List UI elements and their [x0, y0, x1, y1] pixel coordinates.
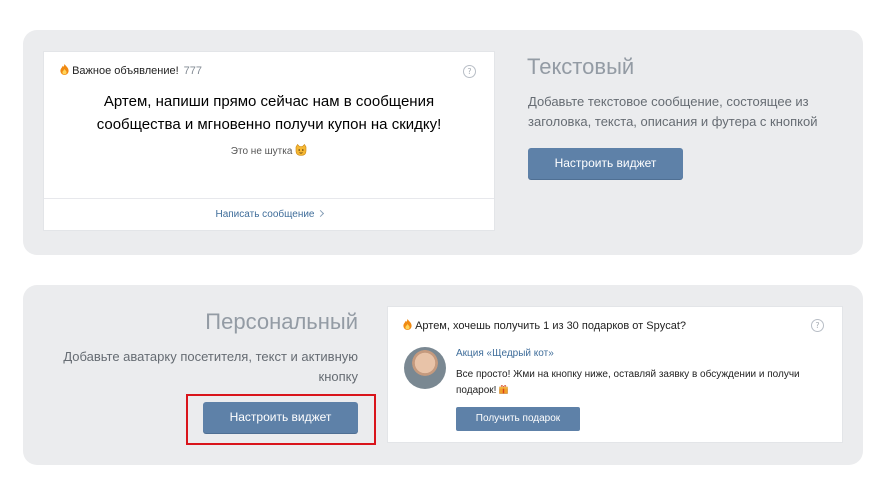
personal-widget-card: Персональный Добавьте аватарку посетител…	[23, 285, 863, 465]
avatar	[404, 347, 446, 389]
write-message-link[interactable]: Написать сообщение	[44, 209, 494, 220]
text-widget-title: Текстовый	[527, 54, 635, 79]
header-label: Важное объявление!	[72, 65, 179, 77]
personal-widget-preview: Артем, хочешь получить 1 из 30 подарков …	[388, 307, 842, 442]
write-message-label: Написать сообщение	[215, 209, 315, 220]
preview-header: Артем, хочешь получить 1 из 30 подарков …	[403, 319, 686, 332]
chevron-right-icon	[316, 209, 324, 218]
gift-icon	[499, 385, 508, 394]
footer-divider	[44, 198, 494, 199]
promo-name-link[interactable]: Акция «Щедрый кот»	[456, 348, 554, 359]
header-text: Артем, хочешь получить 1 из 30 подарков …	[415, 320, 687, 332]
help-icon[interactable]: ?	[463, 65, 476, 78]
text-widget-description: Добавьте текстовое сообщение, состоящее …	[528, 94, 818, 129]
help-icon[interactable]: ?	[811, 319, 824, 332]
highlight-frame	[186, 394, 376, 445]
personal-widget-description: Добавьте аватарку посетителя, текст и ак…	[63, 349, 358, 384]
preview-title: Артем, напиши прямо сейчас нам в сообщен…	[96, 93, 442, 133]
fire-icon	[60, 64, 69, 75]
fire-icon	[403, 319, 412, 330]
description-text: Это не шутка	[230, 146, 293, 157]
preview-description: Это не шутка	[44, 144, 494, 157]
get-gift-button[interactable]: Получить подарок	[456, 407, 580, 431]
personal-widget-title: Персональный	[205, 309, 358, 334]
configure-text-widget-button[interactable]: Настроить виджет	[528, 148, 683, 179]
cat-emoji-icon	[295, 144, 307, 156]
promo-text: Все просто! Жми на кнопку ниже, оставляй…	[456, 367, 826, 399]
header-count: 777	[183, 65, 203, 77]
preview-header: Важное объявление! 777	[60, 64, 202, 77]
text-widget-card: Важное объявление! 777 ? Артем, напиши пр…	[23, 30, 863, 255]
text-widget-preview: Важное объявление! 777 ? Артем, напиши пр…	[44, 52, 494, 230]
